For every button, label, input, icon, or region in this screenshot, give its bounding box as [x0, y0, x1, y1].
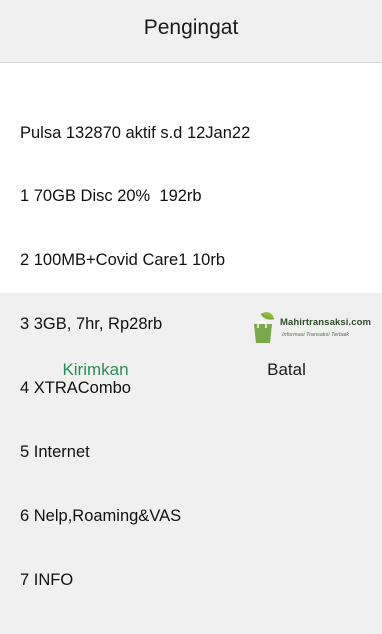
send-button[interactable]: Kirimkan — [0, 346, 191, 393]
watermark-tagline: Informasi Transaksi Terbaik — [282, 332, 349, 338]
message-line-option-6: 6 Nelp,Roaming&VAS — [20, 506, 182, 525]
dialog-buttons: Kirimkan Batal — [0, 346, 382, 393]
dialog-title: Pengingat — [143, 16, 239, 39]
shopping-bag-leaf-icon — [254, 312, 275, 343]
message-line-option-5: 5 Internet — [20, 443, 90, 462]
message-line-option-2: 2 100MB+Covid Care1 10rb — [20, 251, 225, 270]
message-line-option-7: 7 INFO — [20, 570, 74, 589]
message-area: Pulsa 132870 aktif s.d 12Jan22 1 70GB Di… — [0, 63, 382, 589]
message-line-balance: Pulsa 132870 aktif s.d 12Jan22 — [20, 123, 251, 142]
ussd-dialog: Pengingat Pulsa 132870 aktif s.d 12Jan22… — [0, 0, 382, 589]
message-line-option-1: 1 70GB Disc 20% 192rb — [20, 187, 202, 206]
watermark: Mahirtransaksi.com Informasi Transaksi T… — [252, 310, 378, 346]
watermark-name: Mahirtransaksi.com — [280, 317, 372, 328]
cancel-button[interactable]: Batal — [191, 346, 382, 393]
message-line-option-3: 3 3GB, 7hr, Rp28rb — [20, 315, 163, 334]
